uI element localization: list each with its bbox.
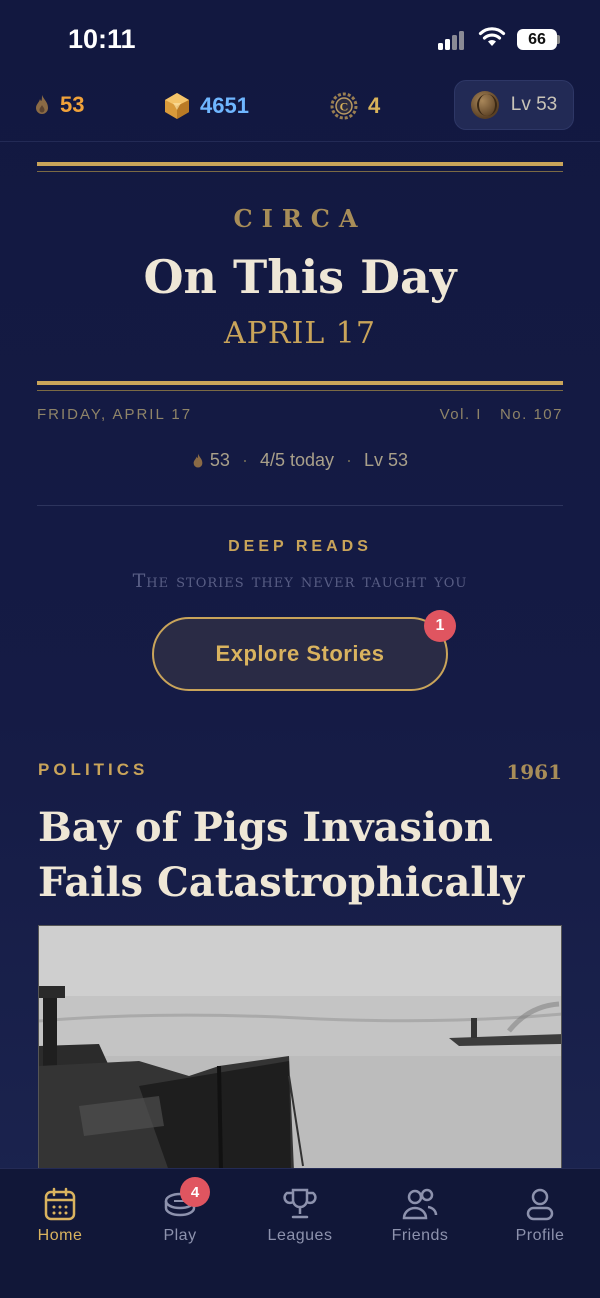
separator-dot: · xyxy=(241,450,248,470)
level-orb-icon xyxy=(470,91,499,119)
meta-row: 53 · 4/5 today · Lv 53 xyxy=(0,450,600,471)
tab-leagues[interactable]: Leagues xyxy=(240,1169,360,1269)
coin-count: 4 xyxy=(368,93,381,118)
deep-reads-label: DEEP READS xyxy=(228,538,372,555)
masthead-rule-bottom-thin xyxy=(37,390,563,391)
battery-tip xyxy=(557,35,560,44)
status-time: 10:11 xyxy=(68,24,136,54)
flame-icon xyxy=(193,453,203,468)
tab-profile[interactable]: Profile xyxy=(480,1169,600,1269)
svg-text:C: C xyxy=(340,100,349,114)
divider xyxy=(37,505,563,506)
notification-badge: 1 xyxy=(424,610,456,642)
tab-leagues-label: Leagues xyxy=(267,1227,333,1244)
tab-home[interactable]: Home xyxy=(0,1169,120,1269)
flame-icon xyxy=(36,95,48,114)
tab-profile-label: Profile xyxy=(515,1227,565,1244)
deep-reads-subtitle: The stories they never taught you xyxy=(132,570,468,592)
masthead-date: APRIL 17 xyxy=(224,316,376,351)
tab-friends-label: Friends xyxy=(391,1227,449,1244)
masthead-rule-bottom xyxy=(37,381,563,385)
tab-bar: Home Play 4 Leagues Friends Profile xyxy=(0,1168,600,1298)
laurel-coin-icon: C xyxy=(330,92,358,120)
meta-level: Lv 53 xyxy=(364,450,409,470)
gem-icon xyxy=(165,93,189,119)
page-title: On This Day xyxy=(143,250,457,304)
story-year: 1961 xyxy=(506,760,562,784)
dateline: FRIDAY, APRIL 17 Vol. I No. 107 xyxy=(37,406,563,423)
issue-number: No. 107 xyxy=(499,406,563,423)
coins-stat[interactable]: C 4 xyxy=(330,92,380,120)
flame-stat[interactable]: 53 xyxy=(34,92,84,118)
profile-icon xyxy=(526,1188,554,1221)
wifi-icon xyxy=(478,27,506,46)
dateline-day: FRIDAY, APRIL 17 xyxy=(37,406,193,423)
stats-row: 53 4651 C 4 Lv 53 xyxy=(0,80,600,142)
story-category: POLITICS xyxy=(38,760,149,779)
separator-dot: · xyxy=(346,450,353,470)
level-chip[interactable]: Lv 53 xyxy=(454,80,574,130)
status-bar: 10:11 66 xyxy=(0,0,600,80)
tab-play[interactable]: Play xyxy=(120,1169,240,1269)
calendar-icon xyxy=(44,1187,76,1221)
volume-label: Vol. I xyxy=(439,406,482,423)
flame-count: 53 xyxy=(60,92,85,117)
masthead-rule-top-thin xyxy=(37,171,563,172)
tab-play-label: Play xyxy=(163,1227,197,1244)
tab-home-label: Home xyxy=(37,1227,83,1244)
battery-indicator: 66 xyxy=(517,29,557,50)
gem-count: 4651 xyxy=(200,93,249,118)
volume-number: Vol. I No. 107 xyxy=(440,406,563,423)
meta-streak: 53 xyxy=(209,450,230,470)
trophy-icon xyxy=(283,1188,317,1219)
meta-progress: 4/5 today xyxy=(259,450,335,470)
masthead-kicker: CIRCA xyxy=(233,204,367,233)
explore-stories-button[interactable]: Explore Stories xyxy=(152,617,448,691)
play-badge: 4 xyxy=(180,1177,210,1207)
tab-friends[interactable]: Friends xyxy=(360,1169,480,1269)
friends-icon xyxy=(402,1188,438,1220)
landing-craft-photo xyxy=(39,926,561,1169)
level-label: Lv 53 xyxy=(510,94,558,115)
signal-icon xyxy=(438,30,468,50)
story-photo[interactable] xyxy=(38,925,562,1170)
story-title[interactable]: Bay of Pigs Invasion Fails Catastrophica… xyxy=(38,800,568,910)
masthead-rule-top xyxy=(37,162,563,166)
gems-stat[interactable]: 4651 xyxy=(164,92,249,120)
